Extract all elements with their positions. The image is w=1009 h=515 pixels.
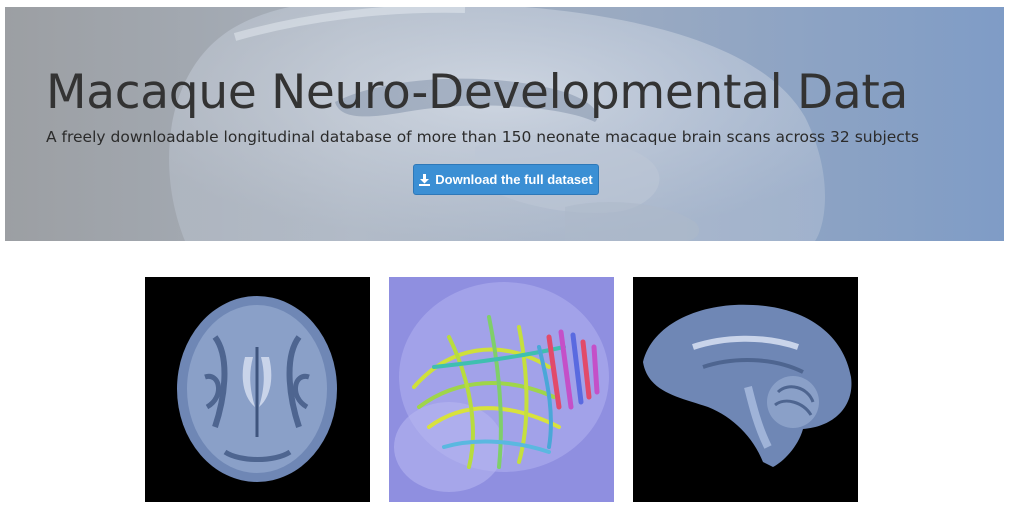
download-dataset-button[interactable]: Download the full dataset xyxy=(413,164,599,195)
sagittal-brain-scan-image xyxy=(633,277,858,502)
hero-banner: Macaque Neuro-Developmental Data A freel… xyxy=(5,7,1004,241)
download-icon xyxy=(419,173,431,186)
download-button-label: Download the full dataset xyxy=(435,172,593,187)
hero-brain-background-image xyxy=(169,7,825,241)
axial-brain-scan-image xyxy=(145,277,370,502)
page-title: Macaque Neuro-Developmental Data xyxy=(46,65,909,120)
axial-brain-scan-thumbnail[interactable] xyxy=(145,277,370,502)
tractography-image xyxy=(389,277,614,502)
tractography-thumbnail[interactable] xyxy=(389,277,614,502)
sagittal-brain-scan-thumbnail[interactable] xyxy=(633,277,858,502)
page-subtitle: A freely downloadable longitudinal datab… xyxy=(46,128,919,146)
